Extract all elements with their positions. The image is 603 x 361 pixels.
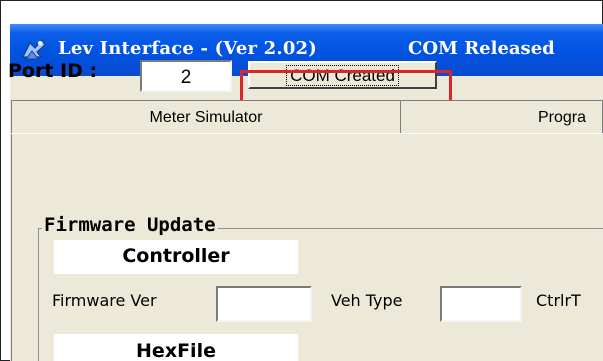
port-id-label: Port ID : xyxy=(8,60,98,82)
tab-meter-simulator[interactable]: Meter Simulator xyxy=(11,100,401,134)
tab-program[interactable]: Progra xyxy=(400,100,603,134)
firmware-update-title: Firmware Update xyxy=(42,214,218,236)
com-status-text: COM Released xyxy=(408,38,555,59)
firmware-ver-field[interactable] xyxy=(216,286,312,322)
hexfile-box: HexFile xyxy=(54,334,298,361)
panel-edge xyxy=(11,134,12,361)
hexfile-label: HexFile xyxy=(136,340,216,361)
com-created-button-label: COM Created xyxy=(286,65,399,86)
port-id-field[interactable]: 2 xyxy=(140,60,232,92)
com-created-button[interactable]: COM Created xyxy=(248,61,437,89)
tab-divider xyxy=(11,133,603,134)
controller-label: Controller xyxy=(54,240,298,274)
window-title: Lev Interface - (Ver 2.02) xyxy=(58,38,318,59)
veh-type-label: Veh Type xyxy=(331,291,403,310)
firmware-ver-label: Firmware Ver xyxy=(52,291,157,310)
veh-type-field[interactable] xyxy=(440,286,522,322)
ctrlr-type-label: CtrlrT xyxy=(536,291,581,310)
